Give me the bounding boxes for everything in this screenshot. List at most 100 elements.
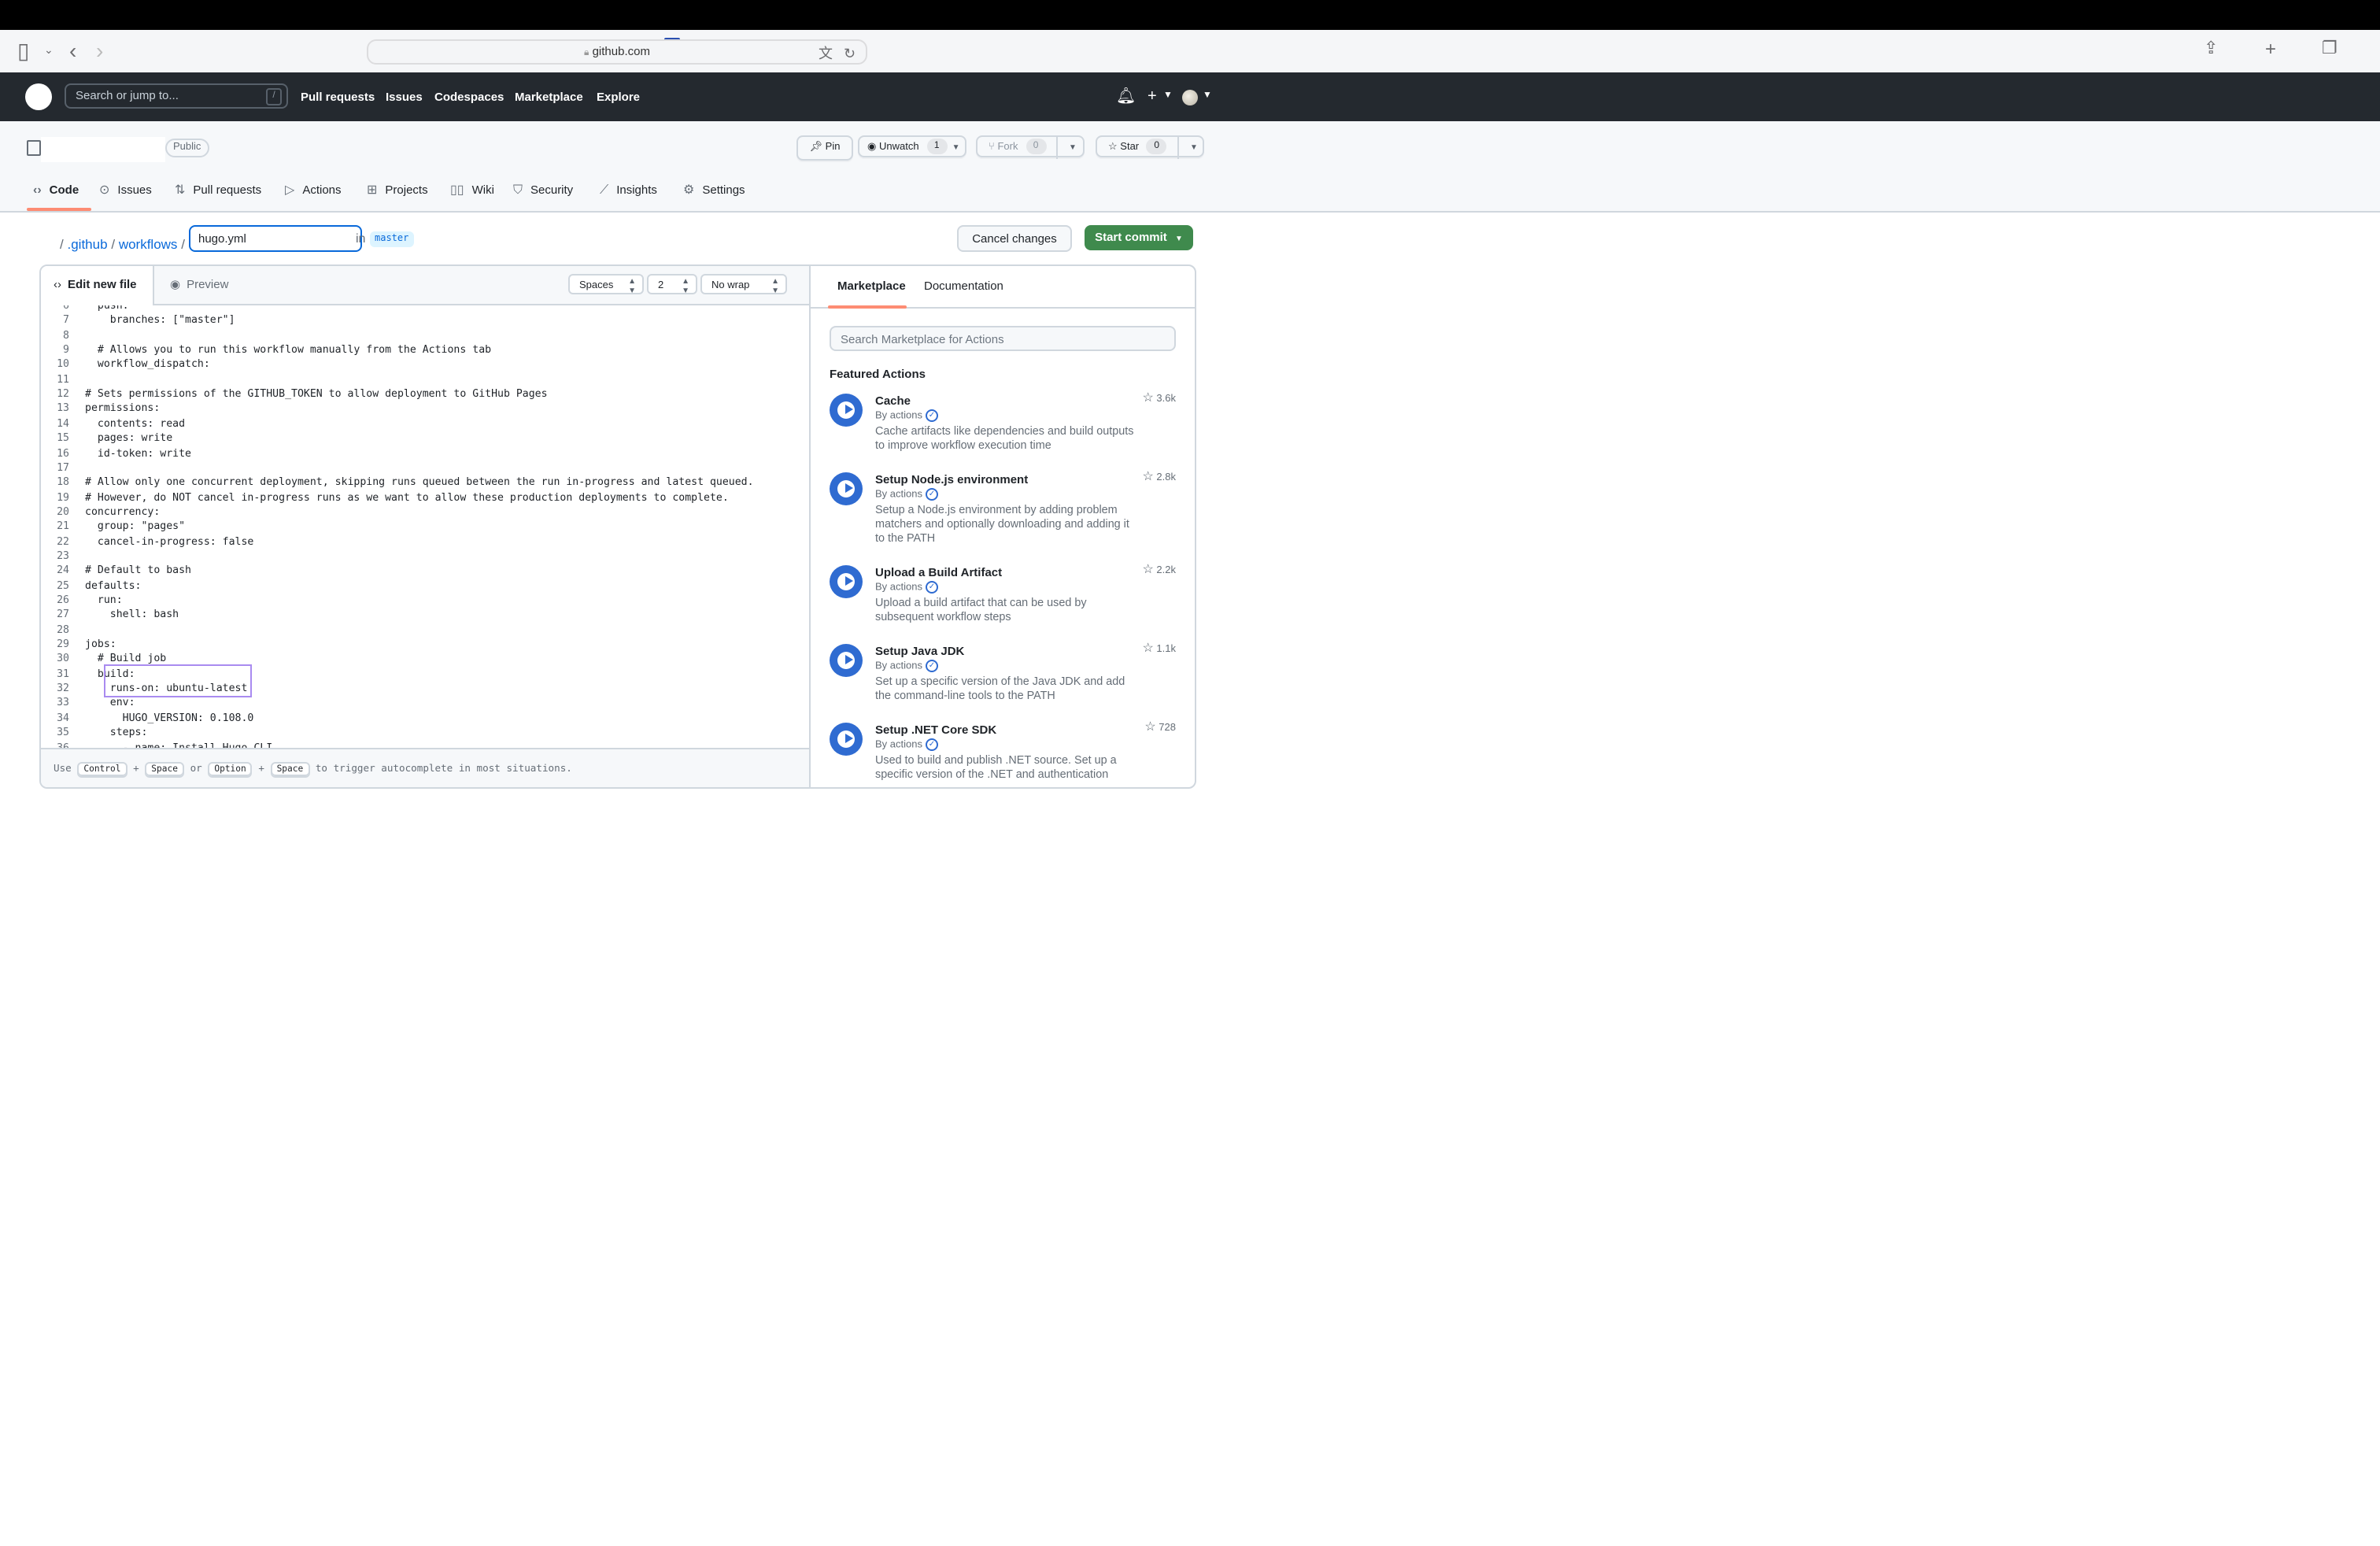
star-icon: ☆ <box>1142 641 1154 655</box>
breadcrumb-github[interactable]: .github <box>68 236 108 252</box>
unwatch-button[interactable]: ◉ Unwatch 1 ▼ <box>858 135 966 157</box>
tab-security[interactable]: ⛉ Security <box>513 170 573 211</box>
line-text: permissions: <box>85 401 161 415</box>
line-number: 12 <box>57 387 69 401</box>
plus-icon[interactable]: + <box>1148 72 1157 121</box>
line-number: 17 <box>57 460 69 474</box>
reload-icon[interactable]: ↻ <box>844 43 856 65</box>
search-input[interactable]: Search or jump to... / <box>65 83 288 109</box>
tab-code[interactable]: ‹› Code <box>33 170 79 211</box>
tabs-icon[interactable]: ❐ <box>2322 38 2338 60</box>
action-author: By actions ✓ <box>875 581 938 594</box>
tab-issues[interactable]: ⊙ Issues <box>99 170 152 211</box>
menu-bar-strip <box>0 0 2380 30</box>
start-commit-button[interactable]: Start commit ▼ <box>1085 225 1193 250</box>
line-number: 7 <box>63 313 69 327</box>
back-icon[interactable]: ‹ <box>69 39 76 61</box>
tab-label: Insights <box>616 183 657 197</box>
fork-label: Fork <box>997 142 1018 153</box>
line-text: group: "pages" <box>85 520 186 533</box>
eye-icon: ◉ <box>867 142 877 153</box>
repo-icon <box>27 140 41 156</box>
tab-pull-requests[interactable]: ⇅ Pull requests <box>175 170 261 211</box>
repo-name-redacted[interactable] <box>41 137 165 162</box>
pin-button[interactable]: 📌︎ Pin <box>796 135 853 161</box>
nav-issues[interactable]: Issues <box>386 72 423 121</box>
shield-icon: ⛉ <box>513 183 523 197</box>
play-triangle-icon <box>845 483 853 493</box>
screen: ▯ ⌄ ‹ › ⛉ ❦ 🔒︎ github.com 文 ↻ ⇪ + ❐ Sear… <box>0 0 2380 1546</box>
eye-icon: ◉ <box>170 277 181 291</box>
play-icon: ▷ <box>285 183 295 197</box>
new-tab-icon[interactable]: + <box>2265 38 2276 60</box>
github-logo-icon[interactable] <box>25 83 52 110</box>
action-name[interactable]: Setup Node.js environment <box>875 472 1028 486</box>
nav-codespaces[interactable]: Codespaces <box>434 72 504 121</box>
tab-settings[interactable]: ⚙ Settings <box>683 170 745 211</box>
forward-icon[interactable]: › <box>96 39 103 61</box>
tab-marketplace[interactable]: Marketplace <box>837 266 906 305</box>
action-description: Upload a build artifact that can be used… <box>875 595 1087 623</box>
tab-projects[interactable]: ⊞ Projects <box>367 170 428 211</box>
nav-pull-requests[interactable]: Pull requests <box>301 72 375 121</box>
indent-mode-select[interactable]: Spaces ▲ ▼ <box>568 274 644 296</box>
kbd-control: Control <box>77 762 128 778</box>
autocomplete-hint: Use Control + Space or Option + Space to… <box>41 748 811 787</box>
breadcrumb-workflows[interactable]: workflows <box>119 236 178 252</box>
kbd-option: Option <box>208 762 253 778</box>
action-stars: ☆ 1.1k <box>1142 641 1176 655</box>
bell-icon[interactable]: 🔔︎ <box>1116 72 1136 121</box>
tab-preview[interactable]: ◉ Preview <box>170 266 228 304</box>
tab-label: Actions <box>302 183 342 197</box>
play-triangle-icon <box>845 576 853 586</box>
issue-icon: ⊙ <box>99 183 110 197</box>
caret-down-icon[interactable]: ▼ <box>1163 72 1173 121</box>
line-text: # Allows you to run this workflow manual… <box>85 343 492 357</box>
tab-label: Pull requests <box>193 183 262 197</box>
tab-actions[interactable]: ▷ Actions <box>285 170 342 211</box>
fork-icon: ⑂ <box>989 142 995 153</box>
line-number: 24 <box>57 564 69 577</box>
star-icon: ☆ <box>1108 142 1118 153</box>
pin-label: Pin <box>825 142 841 153</box>
wrap-mode-select[interactable]: No wrap ▲ ▼ <box>700 274 787 296</box>
tab-edit-file[interactable]: ‹› Edit new file <box>41 266 154 305</box>
indent-size-select[interactable]: 2 ▲ ▼ <box>647 274 697 296</box>
sidebar-icon[interactable]: ▯ <box>17 39 29 61</box>
start-commit-label: Start commit <box>1095 230 1167 244</box>
line-text: defaults: <box>85 579 142 592</box>
action-name[interactable]: Upload a Build Artifact <box>875 565 1002 579</box>
translate-icon[interactable]: 文 <box>819 43 833 65</box>
line-number: 16 <box>57 446 69 459</box>
nav-explore[interactable]: Explore <box>597 72 640 121</box>
code-icon: ‹› <box>33 183 42 197</box>
editor-header: ‹› Edit new file ◉ Preview Spaces ▲ ▼ 2 ▲ ▼ … <box>41 266 811 305</box>
line-number: 35 <box>57 726 69 739</box>
tab-wiki[interactable]: ▯▯ Wiki <box>450 170 494 211</box>
action-name[interactable]: Cache <box>875 394 911 408</box>
avatar[interactable] <box>1182 90 1198 105</box>
share-icon[interactable]: ⇪ <box>2204 38 2218 60</box>
line-text: contents: read <box>85 416 186 430</box>
wrap-mode-value: No wrap <box>711 280 750 291</box>
marketplace-search-input[interactable]: Search Marketplace for Actions <box>830 326 1176 351</box>
nav-marketplace[interactable]: Marketplace <box>515 72 583 121</box>
action-name[interactable]: Setup .NET Core SDK <box>875 723 996 737</box>
chevron-down-icon[interactable]: ⌄ <box>44 41 54 63</box>
tab-insights[interactable]: ⟋ Insights <box>600 170 657 211</box>
cancel-changes-button[interactable]: Cancel changes <box>957 225 1072 252</box>
line-number: 23 <box>57 549 69 562</box>
star-button[interactable]: ☆ Star 0 ▼ <box>1096 135 1204 159</box>
play-triangle-icon <box>845 405 853 414</box>
tab-documentation[interactable]: Documentation <box>924 266 1003 305</box>
caret-down-icon[interactable]: ▼ <box>1069 137 1077 159</box>
action-name[interactable]: Setup Java JDK <box>875 644 964 658</box>
select-arrows-icon: ▲ ▼ <box>682 277 689 296</box>
hint-plus: + <box>258 764 264 775</box>
address-bar[interactable]: 🔒︎ github.com 文 ↻ <box>367 39 867 65</box>
fork-button[interactable]: ⑂ Fork 0 ▼ <box>976 135 1085 159</box>
filename-input[interactable]: hugo.yml <box>189 225 362 252</box>
verified-badge-icon: ✓ <box>926 409 938 422</box>
caret-down-icon[interactable]: ▼ <box>1190 137 1198 159</box>
caret-down-icon[interactable]: ▼ <box>1203 72 1212 121</box>
